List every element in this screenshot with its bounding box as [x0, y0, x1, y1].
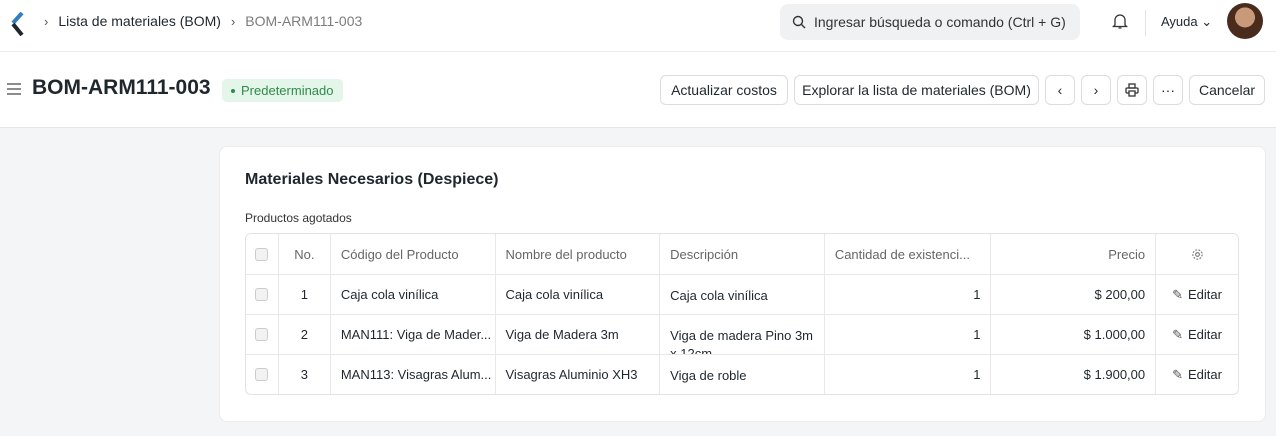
- section-title: Materiales Necesarios (Despiece): [245, 171, 499, 188]
- edit-button[interactable]: ✎ Editar: [1155, 275, 1238, 314]
- edit-label: Editar: [1188, 287, 1222, 302]
- update-costs-button[interactable]: Actualizar costos: [660, 75, 788, 105]
- row-checkbox[interactable]: [255, 328, 269, 341]
- printer-icon: [1125, 83, 1139, 97]
- product-description[interactable]: Caja cola vinílica: [659, 275, 824, 314]
- page-title: BOM-ARM111-003: [32, 76, 211, 99]
- table-row[interactable]: 3 MAN113: Visagras Alum... Visagras Alum…: [246, 354, 1238, 394]
- col-price: Precio: [990, 234, 1155, 274]
- table-label: Productos agotados: [245, 211, 352, 225]
- row-no: 2: [277, 315, 330, 354]
- col-code: Código del Producto: [329, 234, 495, 274]
- chevron-right-icon: ›: [1093, 82, 1099, 98]
- row-no: 3: [277, 355, 330, 394]
- product-name[interactable]: Viga de Madera 3m: [494, 315, 660, 354]
- chevron-down-icon: ⌄: [1201, 14, 1213, 29]
- help-dropdown[interactable]: Ayuda ⌄: [1161, 14, 1212, 30]
- breadcrumb-current[interactable]: BOM-ARM111-003: [245, 13, 362, 29]
- col-description: Descripción: [659, 234, 824, 274]
- bell-icon[interactable]: [1111, 12, 1129, 35]
- next-button[interactable]: ›: [1081, 75, 1111, 105]
- more-icon: ···: [1161, 82, 1175, 98]
- table-row[interactable]: 1 Caja cola vinílica Caja cola vinílica …: [246, 274, 1238, 314]
- table-row[interactable]: 2 MAN111: Viga de Mader... Viga de Mader…: [246, 314, 1238, 354]
- chevron-left-icon: ‹: [1057, 82, 1063, 98]
- quantity[interactable]: 1: [823, 315, 991, 354]
- breadcrumb-bom-list[interactable]: Lista de materiales (BOM): [58, 13, 221, 29]
- pencil-icon: ✎: [1172, 366, 1184, 382]
- chevron-right-icon: ›: [230, 13, 236, 29]
- table-header: No. Código del Producto Nombre del produ…: [246, 234, 1238, 274]
- breadcrumb: › Lista de materiales (BOM) › BOM-ARM111…: [44, 13, 362, 29]
- product-name[interactable]: Visagras Aluminio XH3: [494, 355, 660, 394]
- search-icon: [792, 15, 806, 29]
- col-no: No.: [277, 234, 330, 274]
- help-label: Ayuda: [1161, 14, 1198, 29]
- avatar[interactable]: [1227, 3, 1263, 39]
- product-name[interactable]: Caja cola vinílica: [494, 275, 660, 314]
- divider: [1145, 10, 1146, 36]
- row-checkbox[interactable]: [255, 368, 269, 381]
- explore-bom-button[interactable]: Explorar la lista de materiales (BOM): [794, 75, 1039, 105]
- app-logo[interactable]: [10, 11, 24, 41]
- select-all-checkbox[interactable]: [255, 247, 269, 261]
- row-checkbox[interactable]: [255, 288, 269, 301]
- pencil-icon: ✎: [1172, 286, 1184, 302]
- status-label: Predeterminado: [241, 83, 334, 98]
- edit-button[interactable]: ✎ Editar: [1155, 315, 1238, 354]
- price[interactable]: $ 1.900,00: [990, 355, 1155, 394]
- edit-button[interactable]: ✎ Editar: [1155, 355, 1238, 394]
- edit-label: Editar: [1188, 327, 1222, 342]
- materials-table: No. Código del Producto Nombre del produ…: [245, 233, 1239, 395]
- chevron-right-icon: ›: [44, 13, 49, 29]
- product-code[interactable]: MAN111: Viga de Mader...: [329, 315, 495, 354]
- materials-section: Materiales Necesarios (Despiece) Product…: [219, 146, 1266, 422]
- price[interactable]: $ 1.000,00: [990, 315, 1155, 354]
- product-code[interactable]: MAN113: Visagras Alum...: [329, 355, 495, 394]
- col-name: Nombre del producto: [494, 234, 660, 274]
- settings-icon[interactable]: [1155, 234, 1238, 274]
- top-navbar: › Lista de materiales (BOM) › BOM-ARM111…: [0, 0, 1276, 52]
- quantity[interactable]: 1: [823, 275, 991, 314]
- previous-button[interactable]: ‹: [1045, 75, 1075, 105]
- edit-label: Editar: [1188, 367, 1222, 382]
- row-no: 1: [277, 275, 330, 314]
- print-button[interactable]: [1117, 75, 1147, 105]
- status-badge: Predeterminado: [222, 79, 343, 102]
- product-description[interactable]: Viga de madera Pino 3m x 12cm: [659, 315, 824, 354]
- price[interactable]: $ 200,00: [990, 275, 1155, 314]
- menu-icon[interactable]: [6, 82, 22, 101]
- search-input[interactable]: Ingresar búsqueda o comando (Ctrl + G): [780, 4, 1080, 40]
- product-code[interactable]: Caja cola vinílica: [329, 275, 495, 314]
- search-placeholder: Ingresar búsqueda o comando (Ctrl + G): [814, 14, 1066, 30]
- col-quantity: Cantidad de existenci...: [823, 234, 991, 274]
- page-header: BOM-ARM111-003 Predeterminado Actualizar…: [0, 52, 1276, 128]
- product-description[interactable]: Viga de roble: [659, 355, 824, 394]
- pencil-icon: ✎: [1172, 326, 1184, 342]
- cancel-button[interactable]: Cancelar: [1189, 75, 1265, 105]
- more-button[interactable]: ···: [1153, 75, 1183, 105]
- quantity[interactable]: 1: [823, 355, 991, 394]
